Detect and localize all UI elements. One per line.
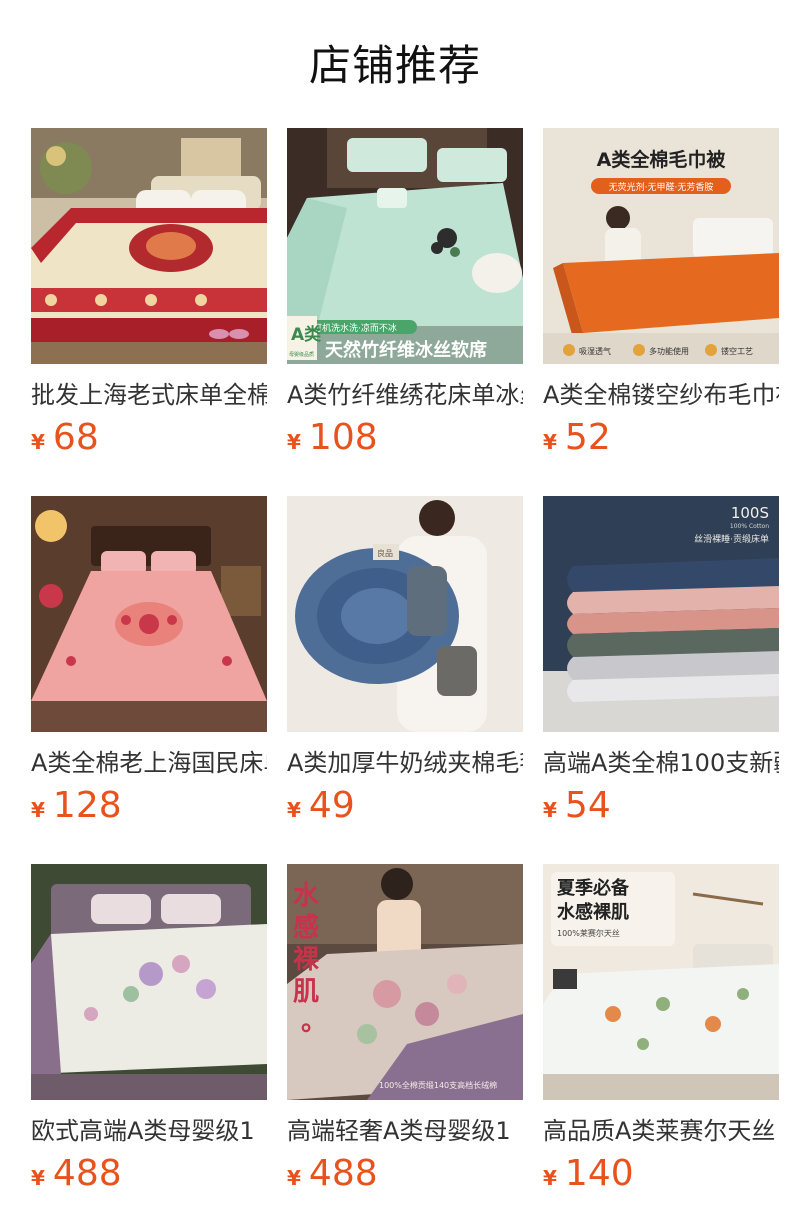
product-image[interactable]: A类全棉毛巾被 无荧光剂·无甲醛·无芳香胺 吸湿透气 多功能使用 镂空工艺 [543, 128, 779, 364]
product-image[interactable]: 夏季必备 水感裸肌 100%莱赛尔天丝 [543, 864, 779, 1100]
product-title[interactable]: A类全棉老上海国民床单 [31, 746, 267, 780]
product-price: ¥68 [31, 416, 99, 460]
product-image[interactable]: 100S 100% Cotton 丝滑裸睡·贡缎床单 [543, 496, 779, 732]
price-value: 488 [308, 1153, 378, 1194]
product-title[interactable]: 欧式高端A类母婴级1 [31, 1114, 267, 1148]
product-price: ¥128 [31, 784, 122, 828]
image-line3: 100%莱赛尔天丝 [557, 928, 620, 938]
product-price: ¥488 [31, 1152, 122, 1196]
image-badge-sub: 母婴级品质 [289, 351, 314, 358]
product-image[interactable] [31, 128, 267, 364]
product-card[interactable]: 批发上海老式床单全棉 ¥68 [31, 128, 267, 468]
product-title[interactable]: 高端轻奢A类母婴级1 [287, 1114, 523, 1148]
product-card[interactable]: 可机洗水洗·凉而不冰 A类 母婴级品质 天然竹纤维冰丝软席 A类竹纤维绣花床单冰… [287, 128, 523, 468]
image-tagline: 丝滑裸睡·贡缎床单 [694, 533, 769, 545]
currency-symbol: ¥ [287, 430, 301, 454]
product-card[interactable]: A类全棉毛巾被 无荧光剂·无甲醛·无芳香胺 吸湿透气 多功能使用 镂空工艺 A类… [543, 128, 779, 468]
currency-symbol: ¥ [31, 430, 45, 454]
product-card[interactable]: 100S 100% Cotton 丝滑裸睡·贡缎床单 高端A类全棉100支新疆 … [543, 496, 779, 836]
product-price: ¥54 [543, 784, 611, 828]
product-price: ¥488 [287, 1152, 378, 1196]
product-price: ¥52 [543, 416, 611, 460]
product-title[interactable]: 高品质A类莱赛尔天丝 [543, 1114, 779, 1148]
product-title[interactable]: A类全棉镂空纱布毛巾被 [543, 378, 779, 412]
image-vertical-char: 。 [301, 1007, 327, 1037]
product-price: ¥140 [543, 1152, 634, 1196]
product-card[interactable]: A类全棉老上海国民床单 ¥128 [31, 496, 267, 836]
image-feature: 吸湿透气 [579, 346, 611, 356]
product-image[interactable] [31, 864, 267, 1100]
currency-symbol: ¥ [543, 430, 557, 454]
price-value: 68 [52, 417, 99, 458]
image-vertical-char: 水 [293, 881, 320, 911]
image-tagline: 无荧光剂·无甲醛·无芳香胺 [609, 181, 714, 193]
product-title[interactable]: 高端A类全棉100支新疆 [543, 746, 779, 780]
image-feature: 多功能使用 [649, 346, 689, 356]
product-image[interactable]: 可机洗水洗·凉而不冰 A类 母婴级品质 天然竹纤维冰丝软席 [287, 128, 523, 364]
product-price: ¥108 [287, 416, 378, 460]
image-tag-text: 可机洗水洗·凉而不冰 [313, 322, 397, 334]
product-card[interactable]: 水 感 裸 肌 。 100%全棉贡缎140支高档长绒棉 高端轻奢A类母婴级1 ¥… [287, 864, 523, 1204]
product-title[interactable]: A类竹纤维绣花床单冰丝 [287, 378, 523, 412]
price-value: 54 [564, 785, 611, 826]
image-vertical-char: 裸 [293, 945, 319, 975]
product-image[interactable] [31, 496, 267, 732]
currency-symbol: ¥ [543, 798, 557, 822]
price-value: 49 [308, 785, 355, 826]
image-banner-text: 天然竹纤维冰丝软席 [325, 339, 487, 361]
product-title[interactable]: A类加厚牛奶绒夹棉毛毯 [287, 746, 523, 780]
image-badge: A类 [291, 324, 322, 345]
price-value: 140 [564, 1153, 634, 1194]
product-card[interactable]: 欧式高端A类母婴级1 ¥488 [31, 864, 267, 1204]
currency-symbol: ¥ [543, 1166, 557, 1190]
price-value: 488 [52, 1153, 122, 1194]
product-image[interactable]: 水 感 裸 肌 。 100%全棉贡缎140支高档长绒棉 [287, 864, 523, 1100]
price-value: 108 [308, 417, 378, 458]
product-grid: 批发上海老式床单全棉 ¥68 可机洗水洗·凉而不冰 A类 母婴级品质 天然竹纤维… [0, 0, 790, 1232]
image-vertical-char: 感 [293, 913, 319, 943]
price-value: 52 [564, 417, 611, 458]
currency-symbol: ¥ [287, 1166, 301, 1190]
currency-symbol: ¥ [31, 1166, 45, 1190]
currency-symbol: ¥ [287, 798, 301, 822]
image-line2: 水感裸肌 [557, 901, 629, 923]
image-label: 良品 [377, 548, 393, 558]
currency-symbol: ¥ [31, 798, 45, 822]
image-count-sub: 100% Cotton [730, 523, 769, 530]
product-image[interactable]: 良品 [287, 496, 523, 732]
image-footer-text: 100%全棉贡缎140支高档长绒棉 [379, 1080, 497, 1090]
product-card[interactable]: 夏季必备 水感裸肌 100%莱赛尔天丝 高品质A类莱赛尔天丝 ¥140 [543, 864, 779, 1204]
product-card[interactable]: 良品 A类加厚牛奶绒夹棉毛毯 ¥49 [287, 496, 523, 836]
image-vertical-char: 肌 [293, 977, 319, 1007]
image-feature: 镂空工艺 [721, 346, 753, 356]
image-count: 100S [731, 504, 769, 522]
image-line1: 夏季必备 [557, 877, 630, 899]
image-heading: A类全棉毛巾被 [597, 148, 726, 171]
product-title[interactable]: 批发上海老式床单全棉 [31, 378, 267, 412]
price-value: 128 [52, 785, 122, 826]
product-price: ¥49 [287, 784, 355, 828]
